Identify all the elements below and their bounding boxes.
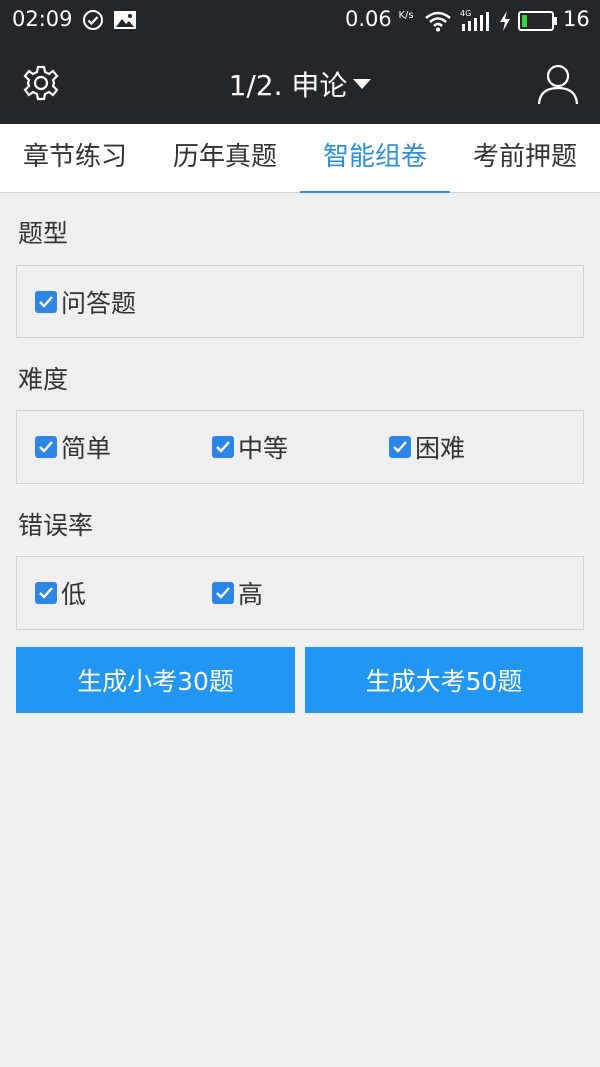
tab-past-exams[interactable]: 历年真题: [150, 124, 300, 192]
subject-selector[interactable]: 1/2. 申论: [0, 64, 600, 104]
option-label: 高: [238, 580, 264, 609]
tab-smart-paper[interactable]: 智能组卷: [300, 124, 450, 193]
type-options-box: 问答题: [16, 265, 584, 338]
checkbox-checked-icon: [35, 436, 57, 458]
section-label-difficulty: 难度: [18, 365, 69, 394]
image-icon: [114, 11, 136, 29]
battery-icon: [518, 11, 557, 31]
option-label: 困难: [415, 434, 466, 463]
user-icon[interactable]: [536, 62, 580, 106]
app-bar: 1/2. 申论: [0, 42, 600, 124]
option-high[interactable]: 高: [212, 557, 263, 629]
wifi-icon: [425, 11, 451, 32]
tab-bar: 章节练习 历年真题 智能组卷 考前押题: [0, 124, 600, 193]
difficulty-options-box: 简单 中等 困难: [16, 410, 584, 484]
option-essay[interactable]: 问答题: [35, 266, 136, 337]
option-label: 中等: [238, 434, 289, 463]
signal-icon: [462, 12, 489, 31]
checkbox-checked-icon: [35, 582, 57, 604]
option-hard[interactable]: 困难: [389, 411, 465, 483]
charging-icon: [500, 11, 510, 31]
option-medium[interactable]: 中等: [212, 411, 288, 483]
status-time: 02:09: [12, 7, 73, 31]
generate-large-exam-button[interactable]: 生成大考50题: [305, 647, 583, 713]
chevron-down-icon: [353, 79, 372, 89]
tab-chapter-practice[interactable]: 章节练习: [0, 124, 150, 192]
option-label: 低: [61, 580, 87, 609]
battery-level: 16: [563, 7, 590, 31]
checkbox-checked-icon: [212, 582, 234, 604]
error-rate-options-box: 低 高: [16, 556, 584, 630]
checkbox-checked-icon: [212, 436, 234, 458]
section-label-error-rate: 错误率: [18, 511, 94, 540]
option-label: 简单: [61, 434, 112, 463]
checkbox-checked-icon: [35, 290, 57, 313]
page-title: 1/2. 申论: [228, 69, 348, 102]
status-bar: 02:09 0.06 K/s 4G 16: [0, 0, 600, 42]
check-circle-icon: [83, 10, 103, 30]
generate-small-quiz-button[interactable]: 生成小考30题: [16, 647, 295, 713]
checkbox-checked-icon: [389, 436, 411, 458]
tab-predicted-questions[interactable]: 考前押题: [450, 124, 600, 192]
option-low[interactable]: 低: [35, 557, 86, 629]
net-speed-unit: K/s: [398, 10, 414, 21]
option-easy[interactable]: 简单: [35, 411, 111, 483]
section-label-type: 题型: [18, 219, 69, 248]
net-speed: 0.06: [345, 7, 392, 31]
option-label: 问答题: [61, 288, 137, 318]
